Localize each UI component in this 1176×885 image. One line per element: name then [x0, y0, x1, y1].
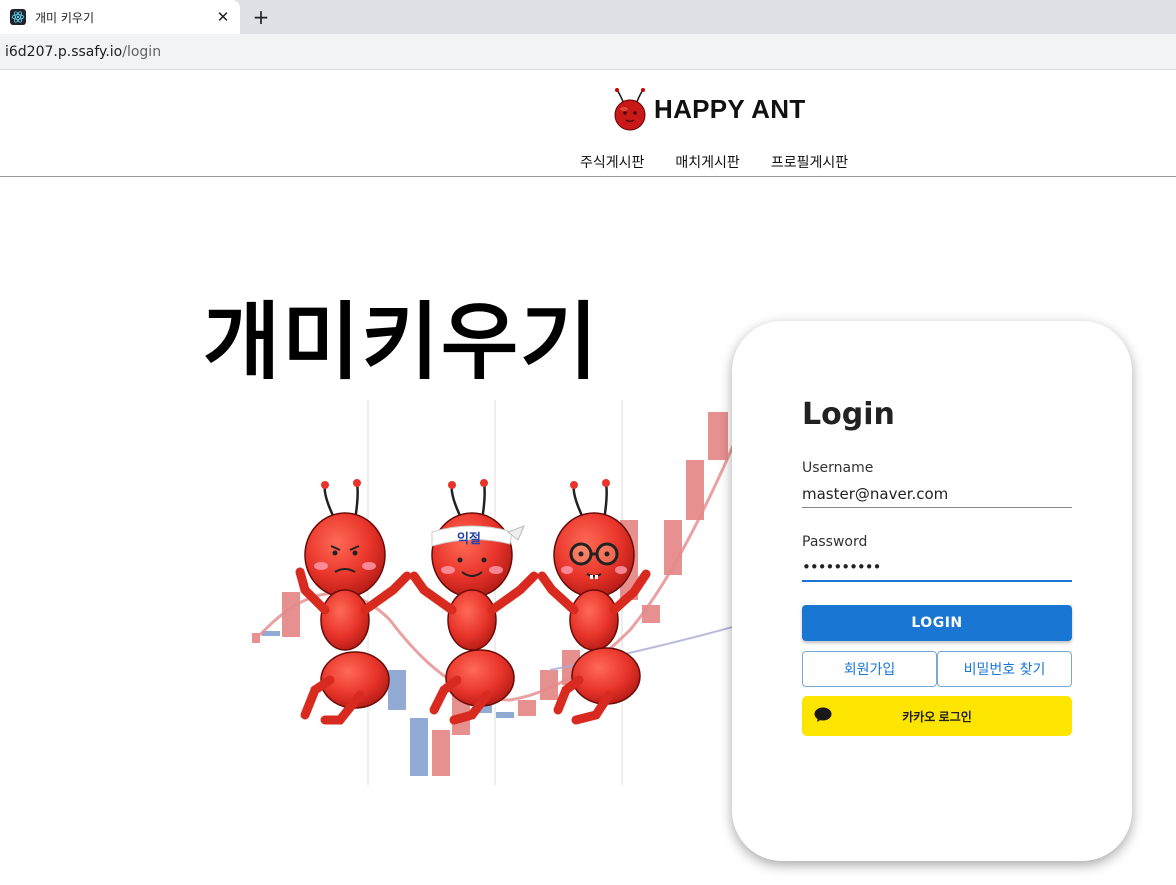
login-button[interactable]: LOGIN	[802, 605, 1072, 641]
ant-logo-icon	[614, 88, 646, 131]
kakao-login-label: 카카오 로그인	[902, 709, 972, 724]
kakao-login-button[interactable]: 카카오 로그인	[802, 696, 1072, 736]
login-title: Login	[802, 397, 895, 432]
new-tab-button[interactable]: +	[250, 6, 272, 28]
tab-title: 개미 키우기	[35, 10, 95, 25]
site-header: HAPPY ANT 주식게시판 매치게시판 프로필게시판	[0, 70, 1176, 177]
react-icon	[10, 9, 26, 25]
hero-title: 개미키우기	[203, 293, 600, 391]
username-field[interactable]	[802, 480, 1072, 508]
ants-candlestick-illustration: 익절	[252, 400, 740, 785]
headband-text: 익절	[457, 531, 481, 547]
nav-profile-board[interactable]: 프로필게시판	[771, 152, 848, 172]
signup-button[interactable]: 회원가입	[802, 651, 937, 687]
browser-tab[interactable]: 개미 키우기 ✕	[0, 0, 240, 34]
password-field[interactable]	[802, 554, 1072, 582]
kakao-chat-icon	[814, 707, 832, 722]
nav-match-board[interactable]: 매치게시판	[675, 152, 739, 172]
username-label: Username	[802, 460, 874, 476]
nav-stock-board[interactable]: 주식게시판	[580, 152, 644, 172]
main-nav: 주식게시판 매치게시판 프로필게시판	[580, 152, 848, 172]
address-bar[interactable]: i6d207.p.ssafy.io/login	[0, 34, 1176, 70]
password-label: Password	[802, 534, 868, 550]
brand-link[interactable]: HAPPY ANT	[612, 86, 806, 132]
browser-tab-bar: 개미 키우기 ✕ +	[0, 0, 1176, 34]
find-password-button[interactable]: 비밀번호 찾기	[937, 651, 1072, 687]
login-card: Login Username Password LOGIN 회원가입 비밀번호 …	[732, 321, 1132, 861]
close-icon[interactable]: ✕	[214, 8, 232, 26]
url-text[interactable]: i6d207.p.ssafy.io/login	[5, 44, 161, 60]
brand-name: HAPPY ANT	[654, 93, 806, 124]
